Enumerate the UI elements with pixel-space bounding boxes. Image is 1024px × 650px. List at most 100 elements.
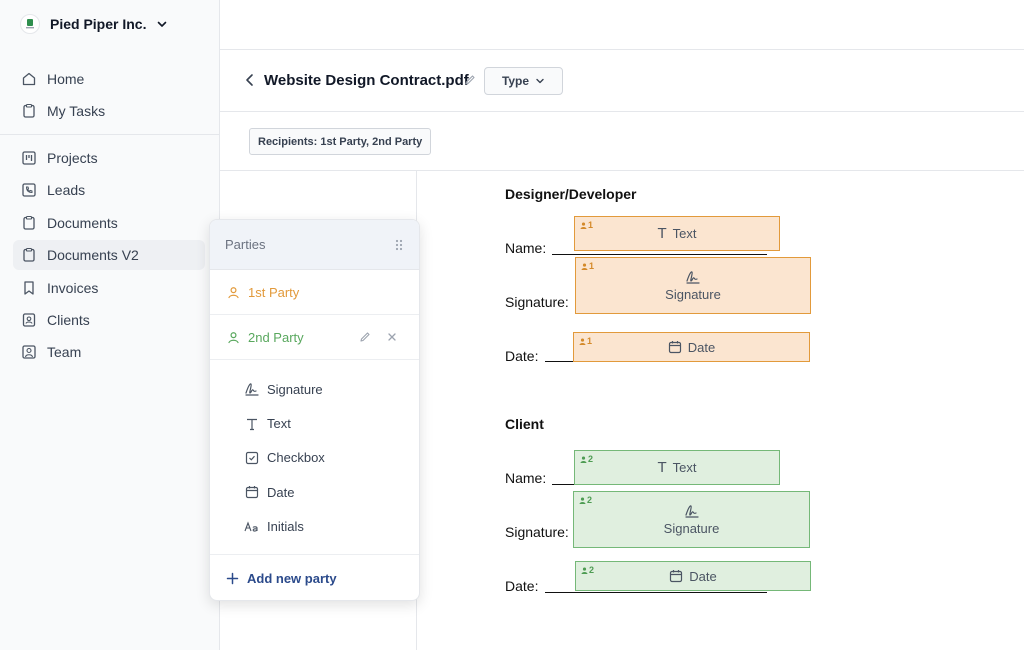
user-icon (581, 567, 588, 574)
home-icon (21, 71, 37, 87)
nav-item-documents-v2[interactable]: Documents V2 (13, 240, 205, 271)
calendar-icon (669, 569, 683, 583)
user-square-icon (21, 344, 37, 360)
clipboard-icon (21, 103, 37, 119)
nav-item-documents[interactable]: Documents (13, 208, 205, 238)
party-badge: 1 (579, 336, 592, 346)
section-title-designer: Designer/Developer (505, 186, 637, 202)
close-icon[interactable] (387, 332, 397, 342)
parties-panel-title: Parties (225, 237, 266, 252)
nav-divider (0, 134, 219, 135)
nav-item-label: Clients (47, 311, 90, 328)
nav-item-team[interactable]: Team (13, 337, 205, 367)
nav-item-invoices[interactable]: Invoices (13, 273, 205, 303)
org-logo-icon (20, 14, 40, 34)
org-switcher[interactable]: Pied Piper Inc. (20, 13, 168, 35)
field-type-date[interactable]: Date (244, 475, 419, 509)
party-badge: 2 (579, 495, 592, 505)
field-type-initials[interactable]: Initials (244, 510, 419, 544)
signature-icon (684, 503, 700, 519)
signature-icon (244, 381, 260, 397)
edit-party-icon[interactable] (359, 331, 371, 343)
field-type-signature[interactable]: Signature (244, 372, 419, 406)
nav-item-clients[interactable]: Clients (13, 305, 205, 335)
nav-item-label: My Tasks (47, 103, 106, 120)
doc-label-name: Name: (505, 470, 547, 486)
field-type-label: Date (267, 484, 295, 500)
contact-icon (21, 312, 37, 328)
chevron-down-icon (156, 18, 168, 30)
field-box-label: Date (689, 568, 717, 584)
field-box-date-party2[interactable]: 2 Date (575, 561, 811, 591)
nav-item-label: Documents V2 (47, 247, 139, 264)
signature-icon (685, 269, 701, 285)
pencil-icon[interactable] (464, 74, 476, 86)
field-box-date-party1[interactable]: 1 Date (573, 332, 810, 362)
nav-item-my-tasks[interactable]: My Tasks (13, 96, 205, 126)
field-box-label: Signature (663, 521, 720, 536)
type-dropdown[interactable]: Type (484, 67, 563, 95)
field-type-text[interactable]: Text (244, 406, 419, 440)
phone-icon (21, 182, 37, 198)
user-icon (581, 263, 588, 270)
doc-label-signature: Signature: (505, 294, 569, 310)
section-title-client: Client (505, 416, 544, 432)
field-box-label: Text (672, 460, 697, 475)
nav-item-projects[interactable]: Projects (13, 143, 205, 173)
field-type-label: Initials (267, 519, 304, 535)
field-type-checkbox[interactable]: Checkbox (244, 441, 419, 475)
nav-item-label: Documents (47, 214, 118, 231)
user-icon (227, 331, 240, 344)
sidebar: Pied Piper Inc. Home My Tasks Projects L… (0, 0, 220, 650)
party-badge: 1 (580, 220, 593, 230)
secondary-nav: Projects Leads Documents Documents V2 In… (13, 143, 205, 370)
nav-item-leads[interactable]: Leads (13, 175, 205, 205)
parties-panel: Parties 1st Party 2nd Party Signature Te… (209, 219, 420, 601)
field-box-text-party2[interactable]: 2 T Text (574, 450, 780, 485)
clipboard-icon (21, 215, 37, 231)
doc-label-signature: Signature: (505, 524, 569, 540)
add-new-party-label: Add new party (247, 570, 337, 586)
initials-icon (244, 519, 260, 535)
nav-item-label: Team (47, 344, 82, 361)
drag-handle-icon[interactable] (394, 239, 404, 251)
plus-icon (226, 572, 247, 585)
field-type-label: Text (267, 416, 291, 432)
recipients-bar: Recipients: 1st Party, 2nd Party (220, 112, 1024, 171)
add-new-party-button[interactable]: Add new party (210, 555, 419, 600)
org-name: Pied Piper Inc. (50, 16, 147, 32)
field-box-signature-party1[interactable]: 1 Signature (575, 257, 811, 314)
nav-item-label: Projects (47, 150, 98, 166)
party-row-1st[interactable]: 1st Party (210, 270, 419, 315)
field-type-label: Checkbox (267, 450, 325, 466)
calendar-icon (668, 340, 682, 354)
calendar-icon (244, 484, 260, 500)
user-icon (579, 497, 586, 504)
underline (552, 254, 767, 255)
party-badge: 1 (581, 261, 594, 271)
field-type-label: Signature (267, 381, 323, 397)
recipients-chip[interactable]: Recipients: 1st Party, 2nd Party (249, 128, 432, 155)
back-icon[interactable] (244, 73, 256, 87)
field-box-label: Signature (665, 287, 721, 302)
document-title: Website Design Contract.pdf (264, 72, 469, 89)
top-bar (220, 0, 1024, 50)
field-box-label: Text (672, 226, 697, 241)
field-box-text-party1[interactable]: 1 T Text (574, 216, 780, 251)
title-bar: Website Design Contract.pdf Type (220, 50, 1024, 112)
text-icon (244, 416, 260, 432)
user-icon (580, 456, 587, 463)
party-row-2nd[interactable]: 2nd Party (210, 315, 419, 360)
text-icon: T (657, 225, 667, 242)
user-icon (580, 222, 587, 229)
primary-nav: Home My Tasks (13, 64, 205, 129)
type-dropdown-label: Type (501, 74, 530, 88)
nav-item-home[interactable]: Home (13, 64, 205, 94)
chevron-down-icon (529, 76, 545, 86)
nav-item-label: Leads (47, 182, 86, 199)
bookmark-icon (21, 280, 37, 296)
field-box-signature-party2[interactable]: 2 Signature (573, 491, 810, 548)
clipboard-icon (21, 247, 37, 263)
user-icon (579, 338, 586, 345)
doc-label-date: Date: (505, 578, 539, 594)
